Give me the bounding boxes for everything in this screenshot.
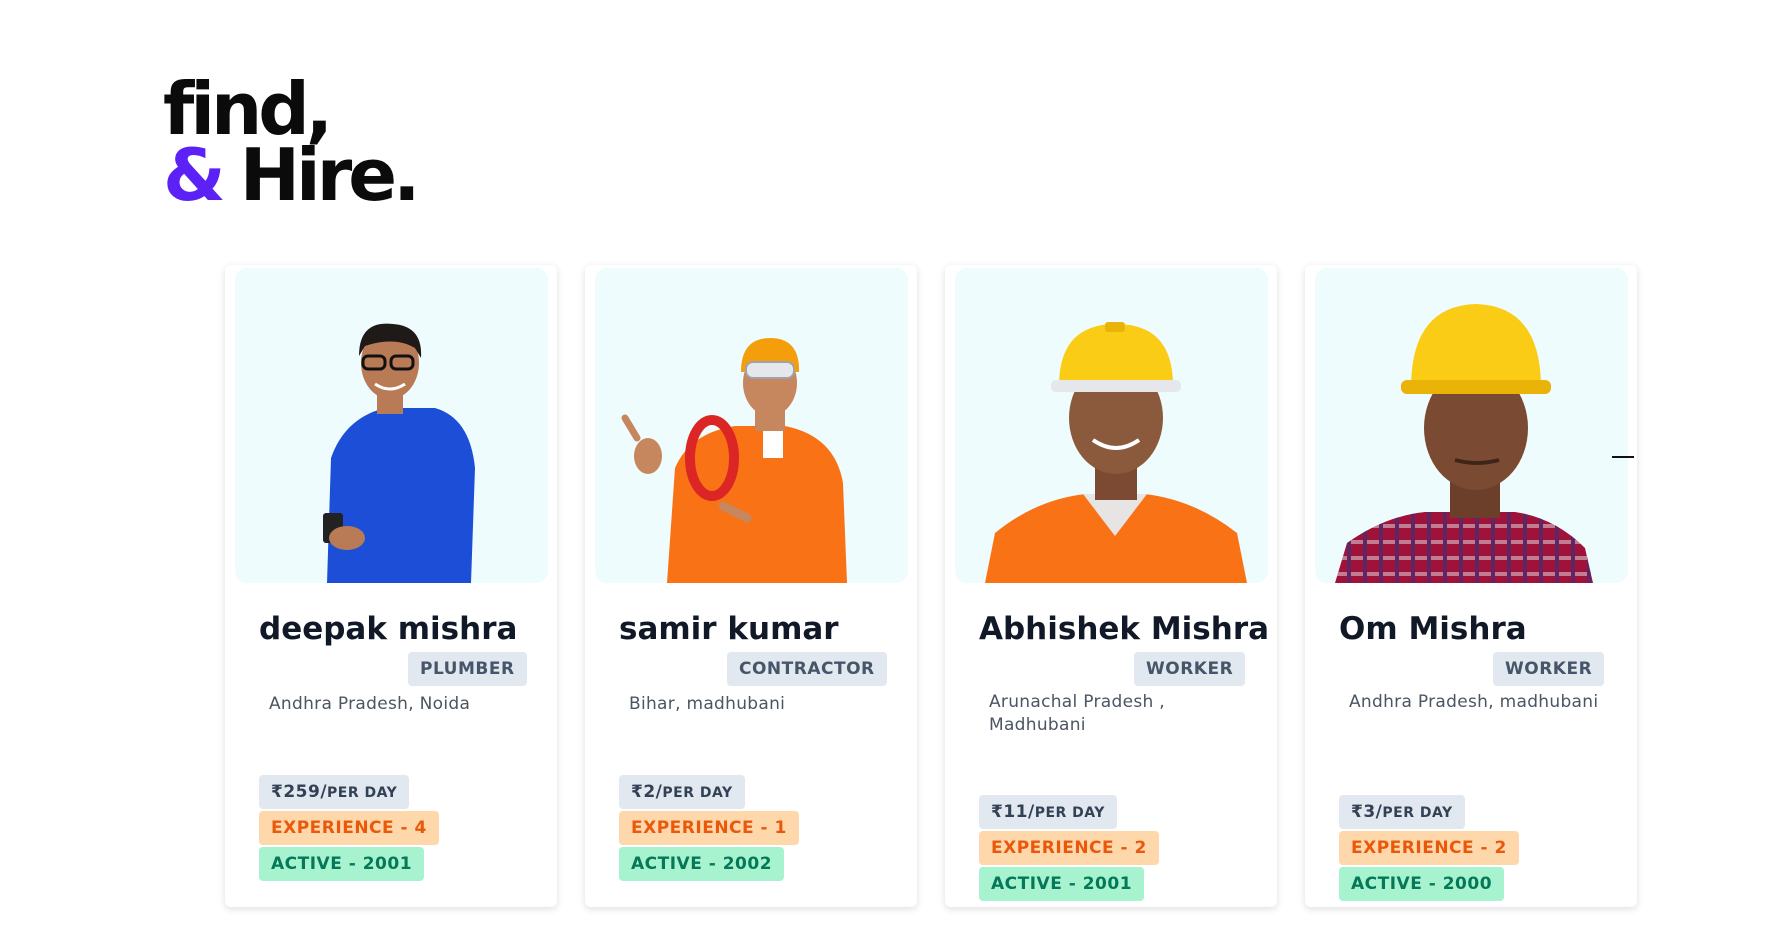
active-badge: ACTIVE - 2001 <box>979 867 1145 901</box>
role-badge: WORKER <box>1134 652 1246 686</box>
active-badge: ACTIVE - 2000 <box>1339 867 1505 901</box>
worker-photo <box>955 268 1268 583</box>
worker-photo <box>595 268 908 583</box>
worker-name: deepak mishra <box>259 611 518 647</box>
price-badge: ₹3/PER DAY <box>1339 795 1465 829</box>
logo-ampersand: & <box>163 133 226 217</box>
price-badge: ₹259/PER DAY <box>259 775 410 809</box>
worker-card[interactable]: samir kumar CONTRACTOR Bihar, madhubani … <box>585 265 917 907</box>
logo-hire: Hire. <box>239 133 421 217</box>
worker-name: Om Mishra <box>1339 611 1527 647</box>
active-badge: ACTIVE - 2001 <box>259 847 425 881</box>
price-badge: ₹2/PER DAY <box>619 775 745 809</box>
worker-photo <box>1315 268 1628 583</box>
worker-location: Andhra Pradesh, Noida <box>269 694 471 714</box>
worker-card[interactable]: Abhishek Mishra WORKER Arunachal Pradesh… <box>945 265 1277 907</box>
worker-photo <box>235 268 548 583</box>
logo[interactable]: find, & Hire. <box>163 73 420 211</box>
role-badge: CONTRACTOR <box>727 652 887 686</box>
worker-card-list: deepak mishra PLUMBER Andhra Pradesh, No… <box>225 265 1637 907</box>
experience-badge: EXPERIENCE - 2 <box>979 831 1159 865</box>
experience-badge: EXPERIENCE - 2 <box>1339 831 1519 865</box>
role-badge: PLUMBER <box>408 652 527 686</box>
worker-card[interactable]: deepak mishra PLUMBER Andhra Pradesh, No… <box>225 265 557 907</box>
worker-name: Abhishek Mishra <box>979 611 1270 647</box>
worker-card[interactable]: Om Mishra WORKER Andhra Pradesh, madhuba… <box>1305 265 1637 907</box>
worker-location: Bihar, madhubani <box>629 694 786 714</box>
experience-badge: EXPERIENCE - 4 <box>259 811 439 845</box>
worker-location: Andhra Pradesh, madhubani <box>1349 692 1599 712</box>
active-badge: ACTIVE - 2002 <box>619 847 785 881</box>
role-badge: WORKER <box>1493 652 1605 686</box>
price-badge: ₹11/PER DAY <box>979 795 1117 829</box>
scroll-indicator[interactable] <box>1612 456 1634 458</box>
experience-badge: EXPERIENCE - 1 <box>619 811 799 845</box>
worker-name: samir kumar <box>619 611 839 647</box>
worker-location: Arunachal Pradesh , Madhubani <box>989 692 1165 735</box>
